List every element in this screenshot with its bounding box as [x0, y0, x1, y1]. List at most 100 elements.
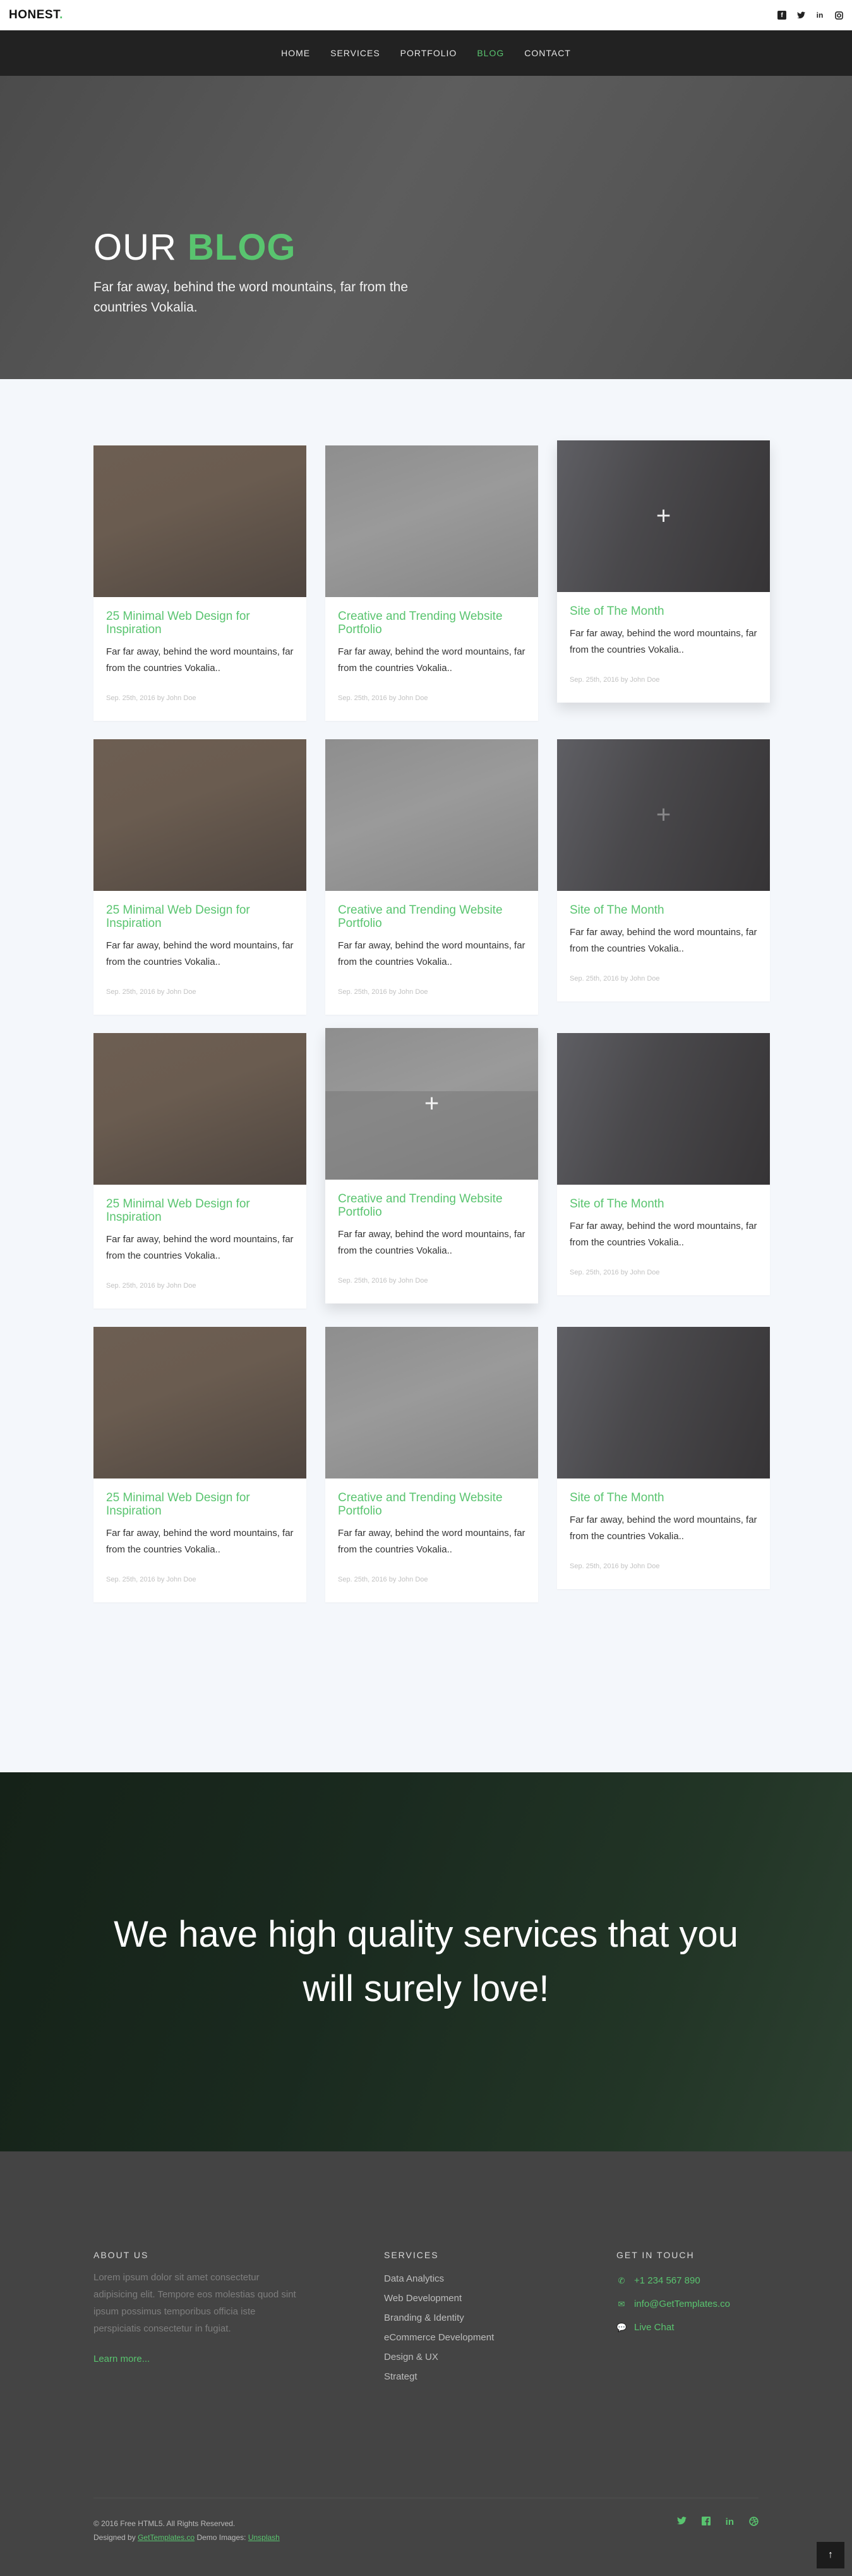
chat-icon: 💬 [616, 2323, 627, 2332]
post-title[interactable]: Creative and Trending Website Portfolio [338, 904, 525, 930]
plus-icon[interactable]: + [656, 502, 671, 531]
post-title[interactable]: Site of The Month [570, 1197, 757, 1211]
hero-subtitle: Far far away, behind the word mountains,… [93, 280, 409, 315]
nav-item-contact[interactable]: CONTACT [524, 48, 571, 58]
post-thumbnail[interactable]: + [557, 739, 770, 891]
post-excerpt: Far far away, behind the word mountains,… [570, 628, 757, 655]
blog-card[interactable]: 25 Minimal Web Design for Inspiration Far… [93, 445, 306, 721]
hero-section: OUR BLOG Far far away, behind the word m… [0, 76, 852, 379]
email-link[interactable]: ✉ info@GetTemplates.co [616, 2292, 730, 2316]
unsplash-link[interactable]: Unsplash [248, 2533, 280, 2542]
post-thumbnail[interactable] [557, 1033, 770, 1185]
post-body: Site of The Month Far far away, behind th… [557, 1478, 770, 1589]
designed-label: Designed by [93, 2533, 136, 2542]
brand-logo[interactable]: HONEST. [9, 8, 63, 22]
post-meta: Sep. 25th, 2016 by John Doe [106, 1576, 196, 1583]
nav-item-services[interactable]: SERVICES [330, 48, 380, 58]
blog-card[interactable]: 25 Minimal Web Design for Inspiration Far… [93, 739, 306, 1015]
designer-link[interactable]: GetTemplates.co [138, 2533, 195, 2542]
banner-text: We have high quality services that you w… [114, 1914, 738, 2009]
twitter-icon[interactable] [676, 2517, 687, 2529]
post-meta: Sep. 25th, 2016 by John Doe [570, 1563, 660, 1570]
page-title: OUR BLOG [93, 227, 296, 268]
footer-about-heading: ABOUT US [93, 2250, 149, 2260]
back-to-top-button[interactable]: ↑ [817, 2542, 844, 2568]
blog-grid-section: 25 Minimal Web Design for Inspiration Far… [0, 379, 852, 1772]
facebook-icon[interactable]: f [777, 11, 786, 20]
service-link[interactable]: eCommerce Development [384, 2328, 616, 2347]
blog-card[interactable]: Creative and Trending Website Portfolio F… [325, 739, 538, 1015]
post-excerpt: Far far away, behind the word mountains,… [338, 1229, 525, 1256]
blog-card[interactable]: 25 Minimal Web Design for Inspiration Far… [93, 1327, 306, 1602]
blog-card[interactable]: + Site of The Month Far far away, behind t… [557, 739, 770, 1001]
demo-label: Demo Images: [196, 2533, 246, 2542]
post-body: 25 Minimal Web Design for Inspiration Far… [93, 1185, 306, 1309]
post-title[interactable]: Creative and Trending Website Portfolio [338, 610, 525, 636]
live-chat-link[interactable]: 💬 Live Chat [616, 2316, 730, 2339]
post-meta: Sep. 25th, 2016 by John Doe [338, 694, 428, 702]
phone-link[interactable]: ✆ +1 234 567 890 [616, 2269, 730, 2292]
footer-contact-heading: GET IN TOUCH [616, 2250, 695, 2260]
service-link[interactable]: Strategt [384, 2367, 616, 2386]
post-thumbnail[interactable]: + [557, 440, 770, 592]
post-title[interactable]: Site of The Month [570, 605, 757, 618]
post-thumbnail[interactable]: + [325, 1028, 538, 1180]
post-thumbnail[interactable] [93, 445, 306, 597]
service-link[interactable]: Web Development [384, 2289, 616, 2308]
post-title[interactable]: 25 Minimal Web Design for Inspiration [106, 1197, 294, 1224]
top-bar: HONEST. f in [0, 0, 852, 30]
post-excerpt: Far far away, behind the word mountains,… [106, 940, 294, 967]
post-title[interactable]: 25 Minimal Web Design for Inspiration [106, 904, 294, 930]
post-title[interactable]: Creative and Trending Website Portfolio [338, 1192, 525, 1219]
post-thumbnail[interactable] [93, 1327, 306, 1478]
envelope-icon: ✉ [618, 2299, 625, 2309]
blog-card[interactable]: Site of The Month Far far away, behind th… [557, 1327, 770, 1589]
blog-card[interactable]: Creative and Trending Website Portfolio F… [325, 445, 538, 721]
plus-icon[interactable]: + [656, 801, 671, 830]
post-title[interactable]: 25 Minimal Web Design for Inspiration [106, 610, 294, 636]
service-link[interactable]: Data Analytics [384, 2269, 616, 2289]
post-excerpt: Far far away, behind the word mountains,… [570, 1515, 757, 1542]
service-link[interactable]: Branding & Identity [384, 2308, 616, 2328]
facebook-icon[interactable] [701, 2517, 711, 2529]
linkedin-icon[interactable]: in [726, 2517, 734, 2529]
post-thumbnail[interactable] [557, 1327, 770, 1478]
blog-card[interactable]: Site of The Month Far far away, behind th… [557, 1033, 770, 1295]
post-meta: Sep. 25th, 2016 by John Doe [570, 1269, 660, 1276]
linkedin-icon[interactable]: in [815, 11, 824, 20]
copyright-text: © 2016 Free HTML5. All Rights Reserved. [93, 2519, 236, 2528]
post-title[interactable]: 25 Minimal Web Design for Inspiration [106, 1491, 294, 1518]
twitter-icon[interactable] [796, 11, 805, 20]
post-thumbnail[interactable] [325, 739, 538, 891]
post-title[interactable]: Site of The Month [570, 1491, 757, 1504]
footer-credits: © 2016 Free HTML5. All Rights Reserved. … [93, 2517, 280, 2544]
dribbble-icon[interactable] [749, 2517, 759, 2529]
service-link[interactable]: Design & UX [384, 2347, 616, 2367]
post-excerpt: Far far away, behind the word mountains,… [106, 1234, 294, 1261]
instagram-icon[interactable] [834, 11, 843, 20]
post-meta: Sep. 25th, 2016 by John Doe [106, 694, 196, 702]
post-thumbnail[interactable] [93, 739, 306, 891]
post-meta: Sep. 25th, 2016 by John Doe [106, 988, 196, 996]
post-thumbnail[interactable] [325, 445, 538, 597]
blog-card[interactable]: 25 Minimal Web Design for Inspiration Far… [93, 1033, 306, 1309]
nav-item-portfolio[interactable]: PORTFOLIO [400, 48, 457, 58]
post-body: Creative and Trending Website Portfolio F… [325, 1180, 538, 1303]
post-title[interactable]: Site of The Month [570, 904, 757, 917]
post-thumbnail[interactable] [93, 1033, 306, 1185]
post-title[interactable]: Creative and Trending Website Portfolio [338, 1491, 525, 1518]
blog-card[interactable]: + Site of The Month Far far away, behind t… [557, 440, 770, 703]
nav-item-home[interactable]: HOME [281, 48, 310, 58]
main-nav: HOME SERVICES PORTFOLIO BLOG CONTACT [0, 30, 852, 76]
footer-about: ABOUT US Lorem ipsum dolor sit amet cons… [93, 2250, 384, 2386]
services-banner: We have high quality services that you w… [0, 1772, 852, 2151]
post-thumbnail[interactable] [325, 1327, 538, 1478]
arrow-up-icon: ↑ [828, 2549, 833, 2560]
blog-card[interactable]: Creative and Trending Website Portfolio F… [325, 1327, 538, 1602]
plus-icon[interactable]: + [424, 1090, 439, 1118]
blog-card[interactable]: + Creative and Trending Website Portfolio… [325, 1028, 538, 1303]
learn-more-link[interactable]: Learn more... [93, 2354, 150, 2364]
nav-item-blog[interactable]: BLOG [477, 48, 504, 58]
post-meta: Sep. 25th, 2016 by John Doe [338, 1277, 428, 1285]
post-excerpt: Far far away, behind the word mountains,… [338, 1528, 525, 1555]
